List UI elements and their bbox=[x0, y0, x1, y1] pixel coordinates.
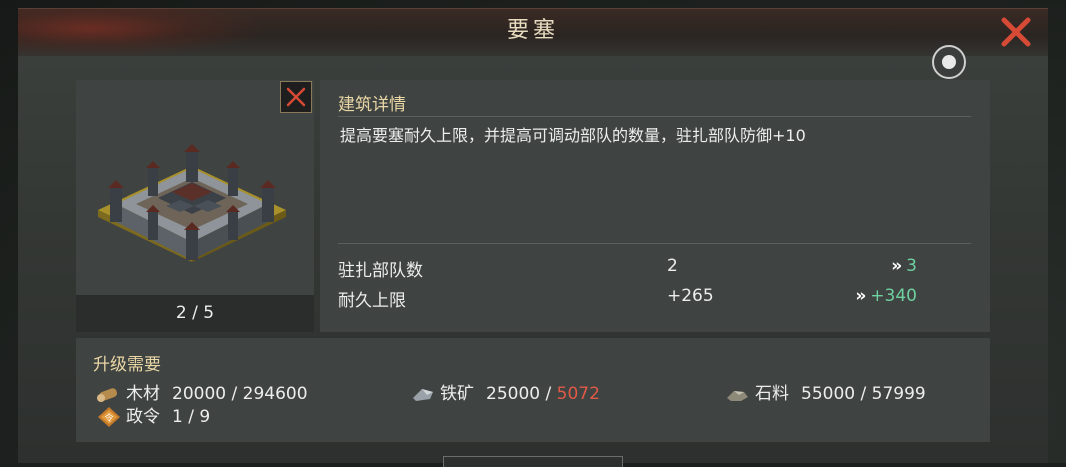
dialog-title: 要塞 bbox=[506, 18, 559, 43]
stat-next-value: » +340 bbox=[855, 286, 917, 306]
stat-row-garrison: 驻扎部队数 2 » 3 bbox=[320, 256, 990, 281]
stat-current-value: 2 bbox=[667, 256, 678, 276]
stat-label: 耐久上限 bbox=[338, 291, 406, 311]
stat-current-value: +265 bbox=[667, 286, 714, 306]
upgrade-requirements-panel: 升级需要 木材 20000 / 294600 铁矿 25000 / 5072 石料 5… bbox=[76, 338, 990, 442]
requirement-iron: 铁矿 25000 / 5072 bbox=[410, 382, 600, 406]
toggle-radio-button[interactable] bbox=[932, 45, 966, 79]
requirement-stone: 石料 55000 / 57999 bbox=[725, 382, 926, 406]
fortress-image bbox=[98, 144, 286, 262]
double-chevron-right-icon: » bbox=[891, 256, 903, 276]
close-icon bbox=[286, 87, 306, 107]
remove-button[interactable] bbox=[280, 81, 312, 113]
stat-row-durability: 耐久上限 +265 » +340 bbox=[320, 286, 990, 311]
close-button[interactable] bbox=[998, 14, 1034, 50]
stat-next-value: » 3 bbox=[891, 256, 917, 276]
divider bbox=[338, 243, 971, 244]
building-image-panel: 2 / 5 bbox=[76, 80, 314, 332]
upgrade-button[interactable] bbox=[443, 456, 623, 467]
details-heading: 建筑详情 bbox=[338, 95, 406, 115]
stone-icon bbox=[727, 391, 748, 401]
wood-log-icon bbox=[97, 388, 118, 402]
iron-ore-icon bbox=[413, 389, 433, 401]
requirement-wood: 木材 20000 / 294600 bbox=[96, 382, 308, 406]
building-details-panel: 建筑详情 提高要塞耐久上限，并提高可调动部队的数量，驻扎部队防御+10 驻扎部队… bbox=[320, 80, 990, 332]
requirements-heading: 升级需要 bbox=[93, 355, 161, 375]
divider bbox=[338, 116, 971, 117]
decree-icon: 令 bbox=[98, 407, 120, 427]
svg-text:令: 令 bbox=[104, 412, 113, 424]
requirement-order: 令 政令 1 / 9 bbox=[96, 405, 210, 429]
building-description: 提高要塞耐久上限，并提高可调动部队的数量，驻扎部队防御+10 bbox=[340, 126, 806, 145]
stat-label: 驻扎部队数 bbox=[338, 261, 423, 281]
close-icon bbox=[1001, 17, 1031, 47]
double-chevron-right-icon: » bbox=[855, 286, 867, 306]
building-level: 2 / 5 bbox=[76, 295, 314, 332]
